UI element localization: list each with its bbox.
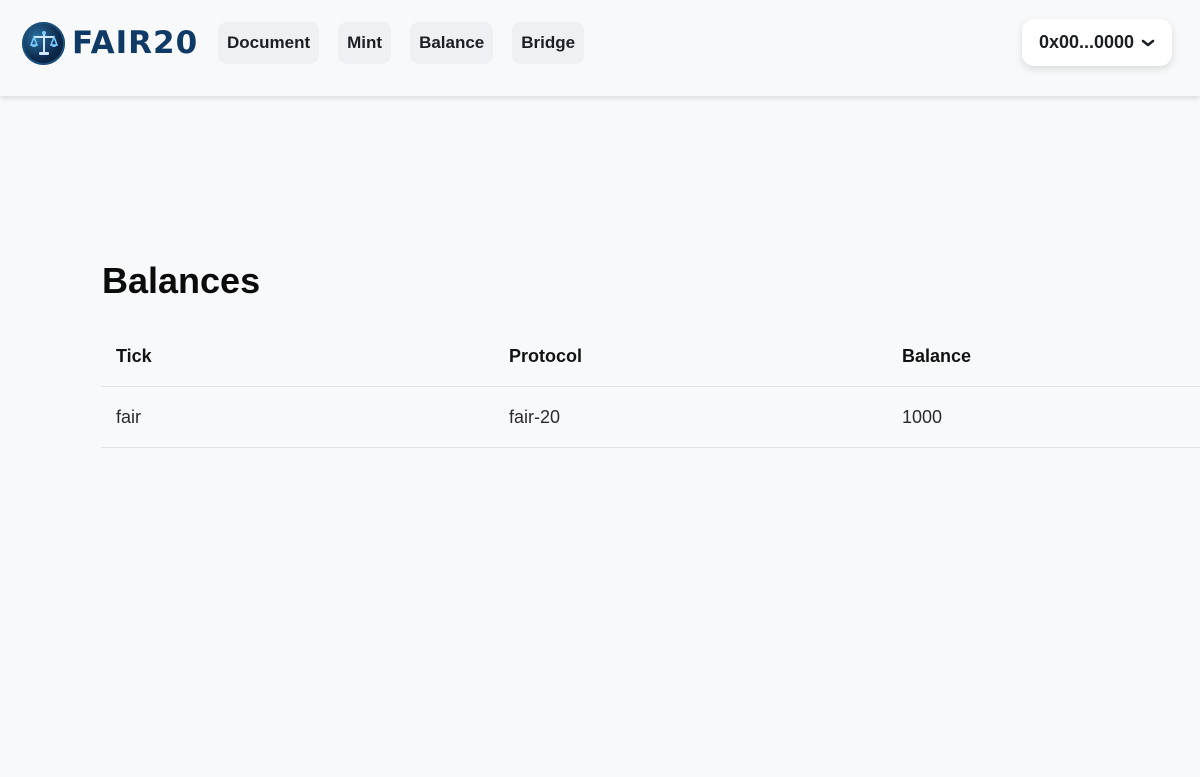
nav-document-button[interactable]: Document [218, 22, 320, 64]
cell-balance: 1000 [902, 406, 943, 427]
top-navbar: FAIR20 Document Mint Balance Bridge 0x00… [0, 0, 1200, 96]
nav-mint-button[interactable]: Mint [338, 22, 392, 64]
wallet-account-button[interactable]: 0x00...0000 [1022, 19, 1172, 66]
wallet-address: 0x00...0000 [1038, 32, 1135, 52]
page-title: Balances [102, 260, 261, 301]
chevron-down-icon [1141, 38, 1155, 48]
nav-bridge-button[interactable]: Bridge [512, 22, 585, 64]
scales-of-justice-icon [22, 21, 65, 65]
nav-balance-button[interactable]: Balance [410, 22, 494, 64]
balances-table: Tick Protocol Balance fair fair-20 1000 [101, 326, 1200, 448]
column-header-balance: Balance [902, 345, 972, 366]
main-nav: Document Mint Balance Bridge [218, 22, 603, 64]
brand-name: FAIR20 [72, 25, 199, 61]
table-header-row: Tick Protocol Balance [101, 326, 1200, 387]
cell-tick: fair [116, 406, 142, 427]
brand-logo[interactable]: FAIR20 [22, 21, 199, 65]
table-row: fair fair-20 1000 [101, 387, 1200, 448]
cell-protocol: fair-20 [509, 406, 561, 427]
column-header-protocol: Protocol [509, 345, 583, 366]
column-header-tick: Tick [116, 345, 152, 366]
